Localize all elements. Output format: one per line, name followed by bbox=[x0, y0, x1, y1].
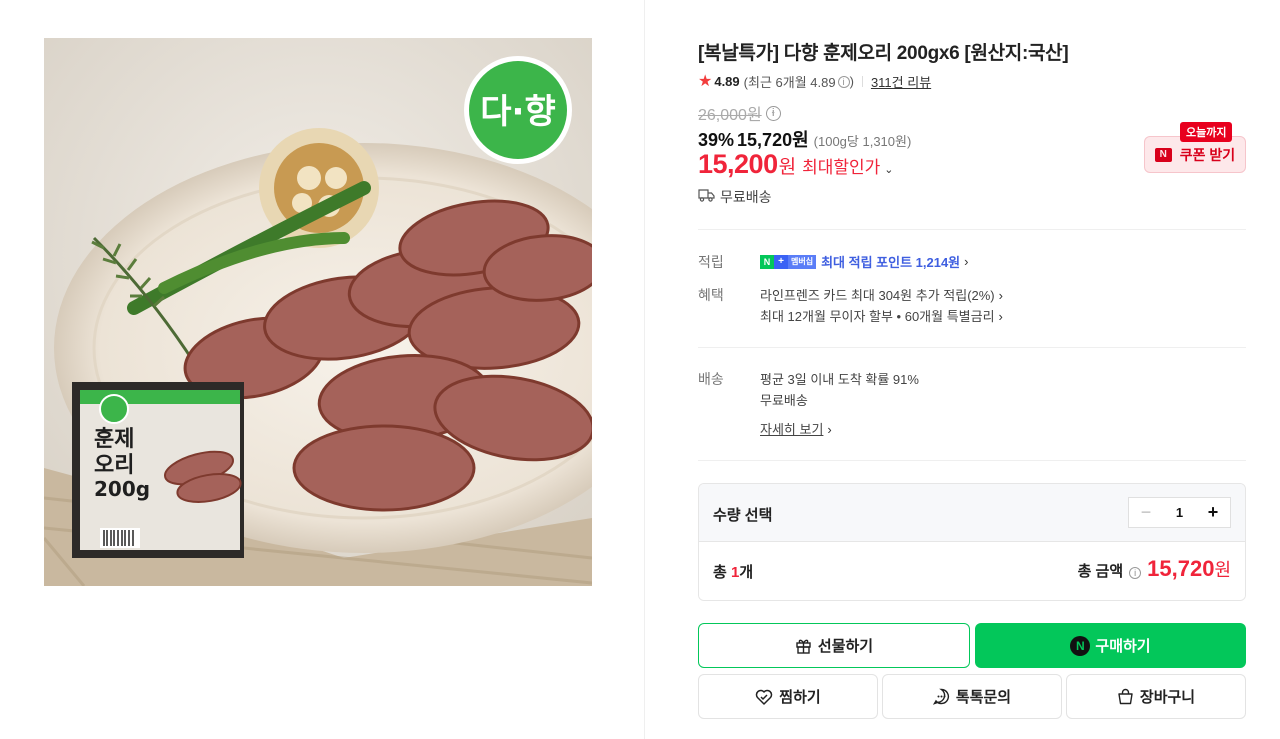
product-info: [복날특가] 다향 훈제오리 200gx6 [원산지:국산] ★ 4.89 (최… bbox=[698, 0, 1246, 739]
delivery-eta: 평균 3일 이내 도착 확률 91% bbox=[760, 372, 919, 387]
benefit-installment-link[interactable]: 최대 12개월 무이자 할부 • 60개월 특별금리 › bbox=[760, 306, 1003, 325]
heart-icon bbox=[756, 689, 773, 705]
wish-button[interactable]: 찜하기 bbox=[698, 674, 878, 719]
points-text: 최대 적립 포인트 1,214원 bbox=[821, 255, 961, 270]
total-amount-won: 원 bbox=[1214, 560, 1231, 580]
wish-button-label: 찜하기 bbox=[779, 689, 821, 706]
rating-recent: (최근 6개월 4.89 bbox=[743, 75, 836, 90]
chat-icon bbox=[932, 688, 949, 705]
quantity-selector-row: 수량 선택 − 1 + bbox=[699, 484, 1245, 542]
talk-button-label: 톡톡문의 bbox=[955, 689, 1012, 706]
benefit-card-text: 라인프렌즈 카드 최대 304원 추가 적립(2%) bbox=[760, 288, 995, 303]
cart-button[interactable]: 장바구니 bbox=[1066, 674, 1246, 719]
buy-button[interactable]: N 구매하기 bbox=[975, 623, 1246, 668]
naver-n-icon: N bbox=[1154, 147, 1172, 162]
original-price-row: 26,000원 i bbox=[698, 101, 781, 125]
points-label: 적립 bbox=[698, 254, 724, 270]
shipping-label: 무료배송 bbox=[720, 189, 772, 205]
buy-button-label: 구매하기 bbox=[1095, 638, 1151, 655]
total-amount-label: 총 금액 bbox=[1077, 563, 1124, 580]
total-count-suffix: 개 bbox=[739, 564, 754, 581]
divider bbox=[861, 76, 863, 87]
max-discount-price[interactable]: 15,200 원 최대할인가 ⌄ bbox=[698, 149, 894, 180]
coupon-area: 오늘까지 N 쿠폰 받기 bbox=[1144, 122, 1246, 173]
badge-plus: + bbox=[774, 254, 788, 269]
total-count-prefix: 총 bbox=[713, 564, 731, 581]
points-link[interactable]: N + 멤버십 최대 적립 포인트 1,214원 › bbox=[760, 252, 969, 271]
coupon-today-tag: 오늘까지 bbox=[1180, 122, 1233, 142]
quantity-minus-button[interactable]: − bbox=[1129, 498, 1163, 527]
quantity-box: 수량 선택 − 1 + 총 1개 총 금액 i 15,720 원 bbox=[698, 483, 1246, 601]
rating-recent-close: ) bbox=[849, 74, 854, 89]
discount-rate: 39% bbox=[698, 130, 735, 150]
truck-icon bbox=[698, 189, 715, 205]
shopping-bag-icon bbox=[1118, 688, 1133, 705]
badge-n: N bbox=[760, 254, 774, 269]
cart-button-label: 장바구니 bbox=[1139, 689, 1196, 706]
quantity-label: 수량 선택 bbox=[713, 507, 773, 524]
rating-row: ★ 4.89 (최근 6개월 4.89 i ) 311건 리뷰 bbox=[698, 72, 931, 91]
delivery-label: 배송 bbox=[698, 371, 724, 387]
original-price: 26,000원 bbox=[698, 107, 762, 124]
naver-pay-icon: N bbox=[1070, 635, 1091, 656]
coupon-button-label: 쿠폰 받기 bbox=[1179, 146, 1236, 163]
star-icon: ★ bbox=[698, 72, 713, 90]
review-link[interactable]: 311건 리뷰 bbox=[871, 72, 931, 91]
delivery-more-link[interactable]: 자세히 보기 › bbox=[760, 419, 832, 438]
gift-icon bbox=[796, 639, 811, 654]
delivery-more-text: 자세히 보기 bbox=[760, 422, 824, 437]
divider bbox=[698, 229, 1246, 230]
naver-membership-badge: N + 멤버십 bbox=[760, 254, 817, 269]
image-panel: 다·향 훈제 오리 200g bbox=[0, 0, 645, 739]
badge-membership: 멤버십 bbox=[788, 254, 817, 269]
brand-logo-text: 다·향 bbox=[480, 92, 555, 132]
chevron-right-icon: › bbox=[964, 254, 969, 269]
package-text-1: 훈제 bbox=[94, 427, 134, 452]
benefit-card-link[interactable]: 라인프렌즈 카드 최대 304원 추가 적립(2%) › bbox=[760, 285, 1003, 304]
gift-button[interactable]: 선물하기 bbox=[698, 623, 970, 668]
chevron-right-icon: › bbox=[827, 422, 832, 437]
package-text-2: 오리 bbox=[94, 453, 134, 478]
price-info-icon[interactable]: i bbox=[765, 105, 781, 121]
unit-price: (100g당 1,310원) bbox=[813, 134, 912, 149]
chevron-down-icon[interactable]: ⌄ bbox=[884, 163, 893, 176]
max-price-label: 최대할인가 bbox=[802, 158, 881, 177]
delivery-free: 무료배송 bbox=[760, 393, 808, 408]
quantity-value[interactable]: 1 bbox=[1163, 498, 1196, 527]
total-amount-value: 15,720 bbox=[1147, 556, 1215, 581]
divider bbox=[698, 347, 1246, 348]
info-icon[interactable]: i bbox=[1129, 567, 1142, 579]
benefit-label: 혜택 bbox=[698, 287, 724, 303]
talk-button[interactable]: 톡톡문의 bbox=[882, 674, 1062, 719]
product-title: [복날특가] 다향 훈제오리 200gx6 [원산지:국산] bbox=[698, 43, 1069, 64]
quantity-plus-button[interactable]: + bbox=[1196, 498, 1230, 527]
chevron-right-icon: › bbox=[998, 309, 1003, 324]
total-count: 총 1개 bbox=[713, 561, 753, 582]
max-price-value: 15,200 bbox=[698, 149, 778, 179]
benefit-installment-text: 최대 12개월 무이자 할부 • 60개월 특별금리 bbox=[760, 309, 995, 324]
package-text-3: 200g bbox=[94, 477, 150, 501]
rating-score: 4.89 bbox=[714, 74, 740, 89]
divider bbox=[698, 460, 1246, 461]
chevron-right-icon: › bbox=[998, 288, 1003, 303]
total-row: 총 1개 총 금액 i 15,720 원 bbox=[699, 542, 1245, 600]
gift-button-label: 선물하기 bbox=[817, 638, 874, 655]
product-image[interactable]: 다·향 훈제 오리 200g bbox=[44, 38, 592, 586]
quantity-stepper: − 1 + bbox=[1128, 497, 1231, 528]
info-icon[interactable]: i bbox=[837, 75, 850, 88]
shipping-row: 무료배송 bbox=[698, 187, 772, 207]
max-price-won: 원 bbox=[778, 157, 797, 178]
total-amount: 총 금액 i 15,720 원 bbox=[1078, 556, 1231, 582]
